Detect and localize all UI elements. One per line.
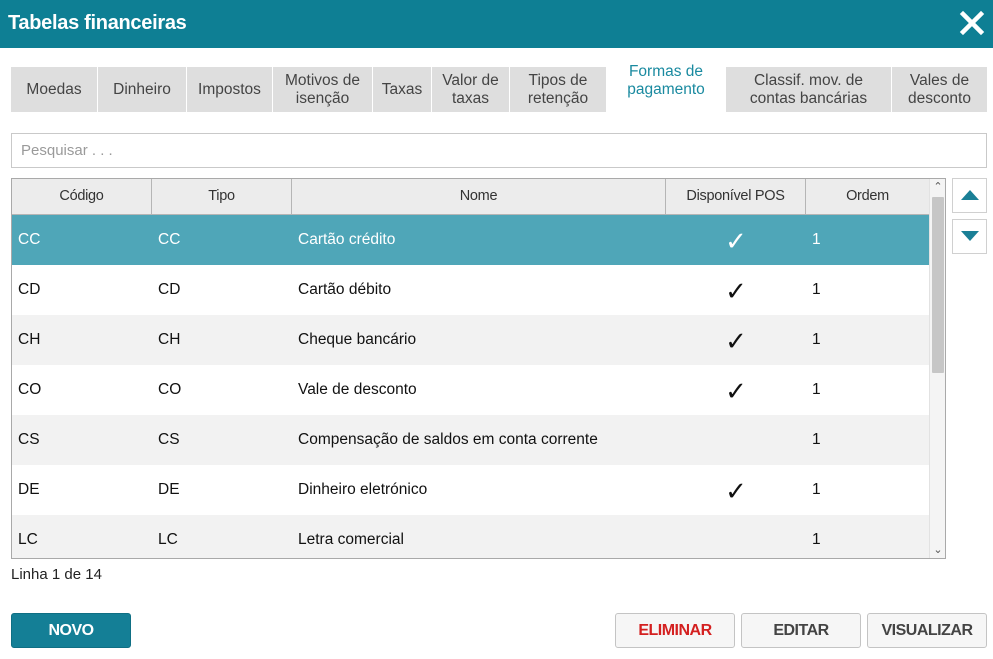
window-title: Tabelas financeiras [8,12,187,34]
table-row[interactable]: CO CO Vale de desconto ✓ 1 [12,365,929,415]
column-header-codigo[interactable]: Código [12,179,152,214]
table-row[interactable]: CS CS Compensação de saldos em conta cor… [12,415,929,465]
cell-ordem: 1 [812,481,821,498]
cell-nome: Letra comercial [298,531,404,548]
move-down-button[interactable] [952,219,987,254]
tab-valor-de-taxas[interactable]: Valor de taxas [432,67,510,112]
close-icon[interactable] [959,10,985,36]
search-input[interactable] [11,133,987,168]
table-header: Código Tipo Nome Disponível POS Ordem [12,179,929,215]
cell-codigo: CC [18,231,41,248]
cell-tipo: CC [158,231,181,248]
cell-codigo: CS [18,431,40,448]
table-row[interactable]: CH CH Cheque bancário ✓ 1 [12,315,929,365]
cell-tipo: LC [158,531,178,548]
tab-classif-mov-contas-bancarias[interactable]: Classif. mov. de contas bancárias [726,67,892,112]
tab-label-line2: taxas [451,89,490,107]
cell-nome: Vale de desconto [298,381,417,398]
cell-codigo: LC [18,531,38,548]
tab-moedas[interactable]: Moedas [11,67,98,112]
check-icon: ✓ [725,376,747,406]
tab-label-line2: contas bancárias [749,89,868,107]
tab-label: Taxas [381,80,423,98]
cell-tipo: CS [158,431,180,448]
tab-label: Vales de [909,71,970,89]
column-header-ordem[interactable]: Ordem [806,179,929,214]
check-icon: ✓ [725,476,747,506]
tab-dinheiro[interactable]: Dinheiro [98,67,187,112]
table-row[interactable]: LC LC Letra comercial 1 [12,515,929,558]
tab-label: Formas de [628,63,704,80]
cell-nome: Cartão débito [298,281,392,298]
tab-label: Classif. mov. de [753,71,864,89]
cell-tipo: CH [158,331,181,348]
cell-ordem: 1 [812,281,821,298]
tab-bar: Moedas Dinheiro Impostos Motivos de isenç… [11,62,987,112]
tab-impostos[interactable]: Impostos [187,67,273,112]
check-icon: ✓ [725,326,747,356]
cell-tipo: CD [158,281,181,298]
table-body: CC CC Cartão crédito ✓ 1 CD CD Cartão dé… [12,215,929,558]
cell-ordem: 1 [812,331,821,348]
move-up-button[interactable] [952,178,987,213]
cell-nome: Cheque bancário [298,331,417,348]
cell-tipo: DE [158,481,180,498]
tab-taxas[interactable]: Taxas [373,67,432,112]
table-row[interactable]: DE DE Dinheiro eletrónico ✓ 1 [12,465,929,515]
triangle-up-icon [961,190,979,200]
scroll-down-arrow-icon[interactable]: ⌄ [930,542,945,558]
payment-methods-table: Código Tipo Nome Disponível POS Ordem CC… [11,178,946,559]
scroll-up-arrow-icon[interactable]: ⌃ [930,179,945,195]
column-header-disponivel-pos[interactable]: Disponível POS [666,179,806,214]
tab-label: Tipos de [528,71,588,89]
tab-label-line2: pagamento [627,81,705,98]
cell-codigo: CO [18,381,42,398]
cell-tipo: CO [158,381,182,398]
cell-ordem: 1 [812,431,821,448]
check-icon [666,415,806,465]
new-button[interactable]: NOVO [11,613,131,648]
column-header-nome[interactable]: Nome [292,179,666,214]
cell-codigo: CH [18,331,41,348]
title-bar: Tabelas financeiras [0,0,993,48]
cell-nome: Dinheiro eletrónico [298,481,428,498]
tab-label: Moedas [26,80,82,98]
column-header-tipo[interactable]: Tipo [152,179,292,214]
cell-nome: Compensação de saldos em conta corrente [298,431,598,448]
check-icon: ✓ [725,226,747,256]
cell-ordem: 1 [812,381,821,398]
check-icon [666,515,806,558]
tab-label-line2: desconto [908,89,971,107]
edit-button[interactable]: EDITAR [741,613,861,648]
tab-vales-de-desconto[interactable]: Vales de desconto [892,67,987,112]
table-row[interactable]: CC CC Cartão crédito ✓ 1 [12,215,929,265]
tab-label-line2: isenção [295,89,350,107]
table-row[interactable]: CD CD Cartão débito ✓ 1 [12,265,929,315]
tab-label: Impostos [198,80,261,98]
delete-button[interactable]: ELIMINAR [615,613,735,648]
tab-formas-de-pagamento[interactable]: Formas de pagamento [607,62,726,112]
tab-motivos-de-isencao[interactable]: Motivos de isenção [273,67,373,112]
tab-label: Valor de [442,71,499,89]
cell-codigo: CD [18,281,41,298]
tab-label-line2: retenção [527,89,589,107]
vertical-scrollbar[interactable]: ⌃ ⌄ [929,179,945,558]
cell-nome: Cartão crédito [298,231,396,248]
check-icon: ✓ [725,276,747,306]
tab-tipos-de-retencao[interactable]: Tipos de retenção [510,67,607,112]
row-status: Linha 1 de 14 [11,566,102,583]
view-button[interactable]: VISUALIZAR [867,613,987,648]
cell-codigo: DE [18,481,40,498]
scrollbar-thumb[interactable] [932,197,944,373]
cell-ordem: 1 [812,231,821,248]
cell-ordem: 1 [812,531,821,548]
triangle-down-icon [961,231,979,241]
tab-label: Motivos de [285,71,360,89]
tab-label: Dinheiro [113,80,171,98]
